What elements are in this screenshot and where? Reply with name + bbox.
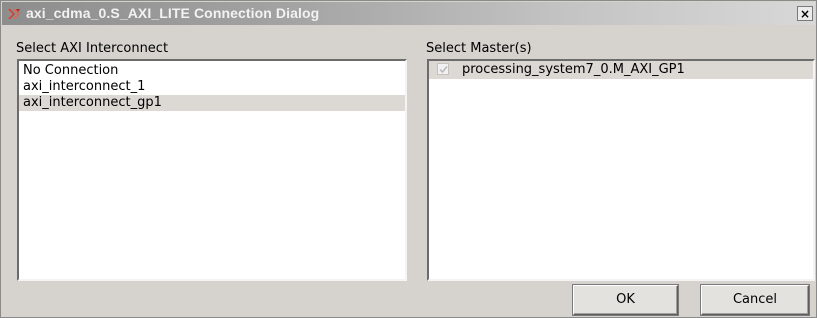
close-icon[interactable]: × [797, 6, 813, 21]
cancel-button[interactable]: Cancel [701, 285, 809, 315]
title-bar[interactable]: axi_cdma_0.S_AXI_LITE Connection Dialog … [2, 2, 815, 25]
master-row[interactable]: processing_system7_0.M_AXI_GP1 [429, 61, 813, 79]
interconnect-listbox[interactable]: No Connection axi_interconnect_1 axi_int… [17, 59, 407, 281]
master-label: processing_system7_0.M_AXI_GP1 [462, 62, 685, 77]
masters-listbox[interactable]: processing_system7_0.M_AXI_GP1 [427, 59, 815, 281]
xilinx-logo-icon [6, 6, 22, 22]
list-item-axi-interconnect-1[interactable]: axi_interconnect_1 [19, 79, 405, 95]
check-icon [439, 66, 448, 74]
interconnect-label: Select AXI Interconnect [16, 41, 169, 56]
list-item-no-connection[interactable]: No Connection [19, 63, 405, 79]
master-checkbox[interactable] [437, 63, 449, 75]
connection-dialog: axi_cdma_0.S_AXI_LITE Connection Dialog … [0, 0, 817, 318]
ok-button[interactable]: OK [573, 285, 678, 315]
window-title: axi_cdma_0.S_AXI_LITE Connection Dialog [26, 5, 320, 21]
masters-label: Select Master(s) [426, 41, 532, 56]
list-item-axi-interconnect-gp1[interactable]: axi_interconnect_gp1 [19, 95, 405, 111]
